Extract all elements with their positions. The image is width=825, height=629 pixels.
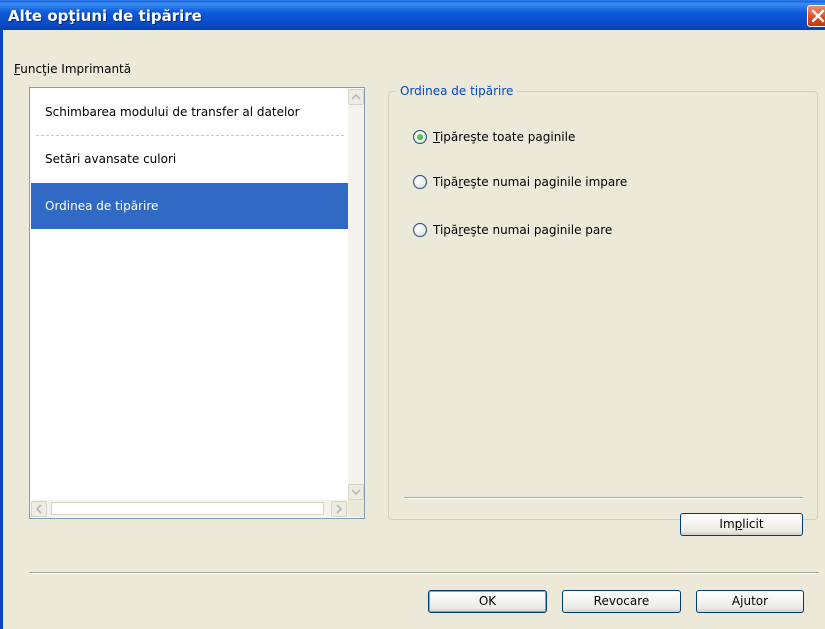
list-item-print-order[interactable]: Ordinea de tipărire bbox=[31, 183, 348, 229]
list-item-label: Ordinea de tipărire bbox=[45, 199, 159, 213]
cancel-button[interactable]: Revocare bbox=[562, 590, 681, 613]
ok-button[interactable]: OK bbox=[428, 590, 547, 613]
panel-divider bbox=[404, 497, 803, 499]
function-list[interactable]: Schimbarea modului de transfer al datelo… bbox=[29, 87, 365, 519]
default-button[interactable]: Implicit bbox=[680, 513, 803, 536]
chevron-down-icon bbox=[351, 489, 361, 496]
horizontal-scrollbar[interactable] bbox=[31, 500, 348, 517]
radio-label: Tipăreşte numai paginile impare bbox=[433, 175, 628, 189]
scrollbar-corner bbox=[348, 500, 364, 517]
scroll-thumb[interactable] bbox=[51, 502, 324, 515]
radio-button[interactable] bbox=[413, 130, 427, 144]
radio-button[interactable] bbox=[413, 175, 427, 189]
radio-label: Tipăreşte toate paginile bbox=[433, 130, 576, 144]
radio-label: Tipăreşte numai paginile pare bbox=[433, 223, 613, 237]
vertical-scrollbar[interactable] bbox=[348, 89, 364, 500]
title-bar[interactable]: Alte opţiuni de tipărire bbox=[0, 0, 825, 30]
chevron-up-icon bbox=[351, 93, 361, 100]
chevron-right-icon bbox=[336, 504, 343, 514]
close-icon bbox=[811, 9, 825, 23]
window-title: Alte opţiuni de tipărire bbox=[8, 7, 202, 25]
scroll-right-button[interactable] bbox=[331, 501, 347, 517]
chevron-left-icon bbox=[35, 504, 42, 514]
function-group-label: Funcţie Imprimantă bbox=[14, 62, 132, 76]
list-item-label: Schimbarea modului de transfer al datelo… bbox=[45, 105, 300, 119]
list-item-transfer-mode[interactable]: Schimbarea modului de transfer al datelo… bbox=[31, 89, 348, 135]
close-button[interactable] bbox=[807, 5, 825, 27]
scroll-left-button[interactable] bbox=[31, 501, 47, 517]
radio-checked-dot bbox=[417, 134, 423, 140]
scroll-down-button[interactable] bbox=[348, 484, 364, 500]
help-button[interactable]: Ajutor bbox=[696, 590, 804, 613]
radio-button[interactable] bbox=[413, 223, 427, 237]
list-item-advanced-colors[interactable]: Setări avansate culori bbox=[31, 136, 348, 182]
footer-divider bbox=[29, 572, 819, 574]
print-order-group bbox=[388, 91, 818, 520]
group-title: Ordinea de tipărire bbox=[396, 84, 518, 98]
list-item-label: Setări avansate culori bbox=[45, 152, 177, 166]
scroll-up-button[interactable] bbox=[348, 89, 364, 105]
